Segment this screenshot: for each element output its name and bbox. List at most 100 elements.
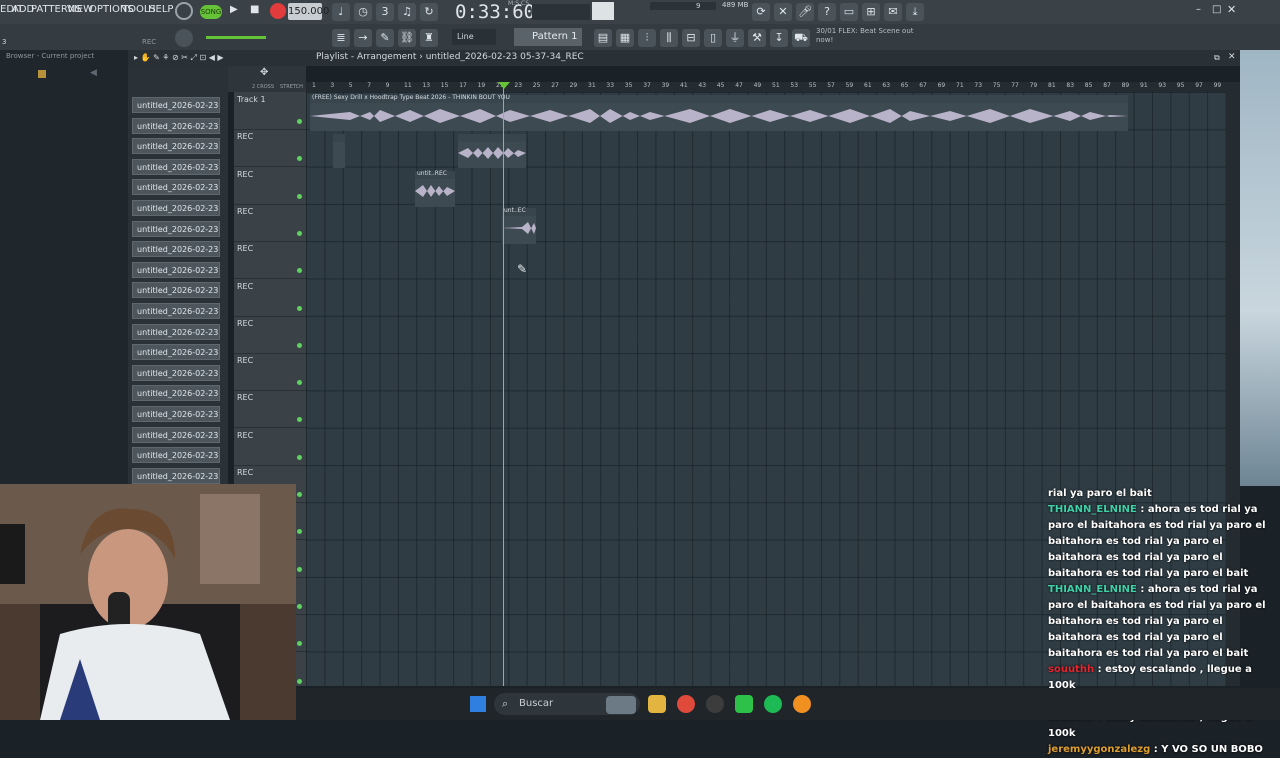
master-volume-knob[interactable] [175,2,193,20]
track-clip-button[interactable]: untitled_2026-02-23 05- [132,200,220,216]
playlist-close-icon[interactable]: ✕ [1228,52,1236,62]
download-icon[interactable]: ⤓ [906,3,924,21]
menu-help[interactable]: HELP [148,4,173,15]
track-clip-button[interactable]: untitled_2026-02-23 05- [132,158,220,175]
blend-notes-icon[interactable]: ♫ [398,3,416,21]
track-header[interactable]: REC [234,428,306,466]
track-mute-led[interactable] [297,454,302,460]
cart-icon[interactable]: ⛟ [792,29,810,47]
browser-title[interactable]: Browser - Current project [0,52,128,66]
audio-clip-rec1[interactable] [333,134,345,168]
track-clip-button[interactable]: untitled_2026-02-23 05- [132,344,220,361]
mic-icon[interactable]: 🎤︎ [796,3,814,21]
track-header[interactable]: REC [234,167,306,205]
maximize-icon[interactable]: □ [1212,4,1221,15]
chat-username[interactable]: THIANN_ELNINE [1048,504,1137,515]
brush-icon[interactable]: ✎ [376,29,394,47]
track-header[interactable]: REC [234,279,306,317]
playlist-titlebar[interactable] [128,50,1240,66]
playhead-marker-icon[interactable] [498,82,510,89]
track-header[interactable]: REC [234,129,306,168]
master-pitch-knob[interactable] [175,29,193,47]
browser-icon[interactable]: ⊟ [682,29,700,47]
track-mute-led[interactable] [297,380,302,386]
crosshair-icon[interactable]: ✥ [260,67,268,78]
widgets-icon[interactable] [606,696,636,714]
track-mute-led[interactable] [297,268,302,274]
track-mute-led[interactable] [297,156,302,162]
countdown-icon[interactable]: 3 [376,3,394,21]
pattern-selector[interactable]: Pattern 1 [514,28,582,46]
arrow-right-icon[interactable]: → [354,29,372,47]
help-icon[interactable]: ? [818,3,836,21]
chat-username[interactable]: THIANN_ELNINE [1048,584,1137,595]
tempo-display[interactable]: 150.000 [288,3,329,20]
save-icon[interactable]: ▭ [840,3,858,21]
audio-clip-rec2[interactable]: untit..REC [415,170,455,207]
track-header[interactable]: REC [234,390,306,429]
track-clip-button[interactable]: untitled_2026-02-23 05- [132,303,220,319]
track-mute-led[interactable] [297,119,302,124]
mode-cross[interactable]: 2 CROSS [252,84,274,90]
playlist-detach-icon[interactable]: ⧉ [1214,53,1220,63]
wait-icon[interactable]: ◷ [354,3,372,21]
playlist-view-icon[interactable]: ≣ [332,29,350,47]
snap-select[interactable]: Line [452,29,496,45]
track-clip-button[interactable]: untitled_2026-02-23 05- [132,467,220,484]
track-clip-button[interactable]: untitled_2026-02-23 05- [132,220,220,237]
speaker-icon[interactable]: ◀ [90,68,97,78]
document-icon[interactable]: ▯ [704,29,722,47]
track-clip-button[interactable]: untitled_2026-02-23 05- [132,97,220,113]
track-clip-button[interactable]: untitled_2026-02-23 05- [132,117,220,134]
track-clip-button[interactable]: untitled_2026-02-23 05- [132,261,220,278]
metronome-icon[interactable]: ♩ [332,3,350,21]
master-volume-slider[interactable] [206,36,266,39]
refresh-icon[interactable]: ⟳ [752,3,770,21]
play-icon[interactable]: ▶ [230,4,238,15]
track-mute-led[interactable] [297,417,302,423]
record-button[interactable] [270,3,286,19]
timeline-ruler[interactable]: 1 3 5 7 9 11 13 15 17 19 21 23 25 27 29 31 33 35 37 39 41 43 4… [306,82,1226,92]
track-mute-led[interactable] [297,342,302,348]
news-hint[interactable]: 30/01 FLEX: Beat Scene out now! [816,27,926,45]
audio-clip-rec1b[interactable] [458,134,526,168]
panic-icon[interactable]: ✕ [774,3,792,21]
chat-username[interactable]: souuthh [1048,664,1094,675]
track-header[interactable]: REC [234,353,306,392]
stamp-icon[interactable]: ♜ [420,29,438,47]
track-header[interactable]: REC [234,204,306,242]
piano-roll-icon[interactable]: ▤ [594,29,612,47]
plug-icon[interactable]: ⏚ [726,29,744,47]
track-clip-button[interactable]: untitled_2026-02-23 05- [132,364,220,381]
track-clip-button[interactable]: untitled_2026-02-23 05- [132,282,220,299]
green-app-icon[interactable] [735,695,753,713]
minimize-icon[interactable]: – [1196,4,1201,15]
chrome-icon[interactable] [677,695,695,713]
obs-icon[interactable] [706,695,724,713]
link-icon[interactable]: ⛓ [398,29,416,47]
track-mute-led[interactable] [297,678,302,684]
track-clip-button[interactable]: untitled_2026-02-23 05- [132,179,220,196]
song-mode-toggle[interactable]: SONG [200,5,222,19]
track-clip-button[interactable]: untitled_2026-02-23 05- [132,241,220,258]
tools-icon[interactable]: ⚒ [748,29,766,47]
spotify-icon[interactable] [764,695,782,713]
track-header[interactable]: Track 1 [234,92,306,130]
playlist-tool-icons[interactable]: ▸ ✋ ✎ ⚘ ⊘ ✂ ⤢ ⊡ ◀ ▶ [134,53,224,63]
chat-username[interactable]: jeremyygonzalezg [1048,744,1150,755]
chat-icon[interactable]: ✉ [884,3,902,21]
fader-icon[interactable]: ⫼ [660,29,678,47]
track-header[interactable]: REC [234,241,306,280]
windows-start-icon[interactable] [470,696,486,712]
track-clip-button[interactable]: untitled_2026-02-23 05- [132,385,220,402]
track-mute-led[interactable] [297,492,302,497]
track-clip-button[interactable]: untitled_2026-02-23 05- [132,406,220,422]
track-clip-button[interactable]: untitled_2026-02-23 05- [132,426,220,443]
mode-stretch[interactable]: STRETCH [280,84,303,90]
folder-icon[interactable] [38,70,46,78]
plugin-icon[interactable]: ⊞ [862,3,880,21]
track-mute-led[interactable] [297,641,302,647]
close-icon[interactable]: ✕ [1227,3,1236,16]
track-mute-led[interactable] [297,603,302,609]
audio-clip-rec3[interactable]: unt..EC [502,207,536,244]
